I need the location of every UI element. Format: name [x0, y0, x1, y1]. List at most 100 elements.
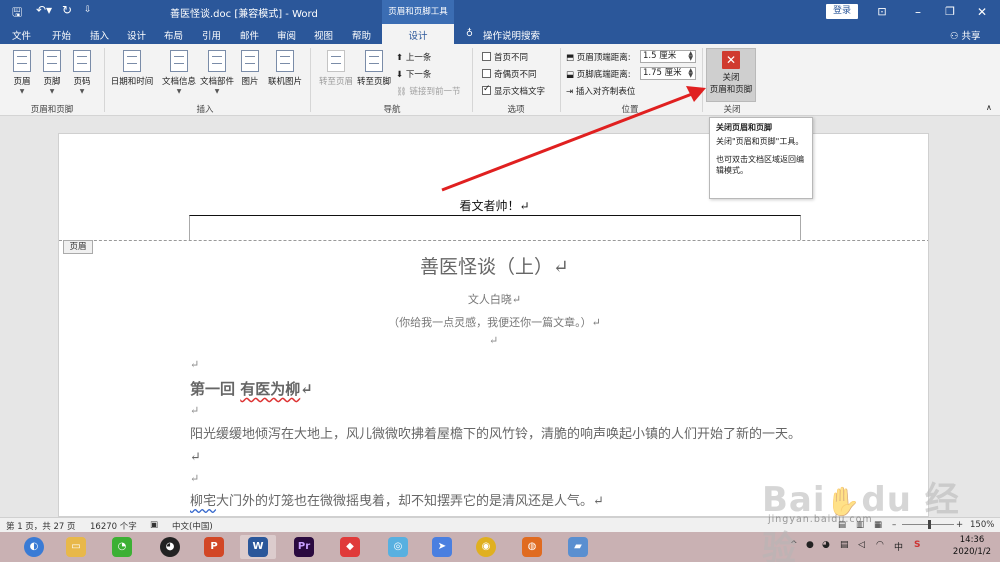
word-count[interactable]: 16270 个字	[90, 520, 137, 532]
qq-icon[interactable]: ◕	[152, 535, 188, 559]
checkbox-unchecked	[482, 69, 491, 78]
odd-even-different-checkbox[interactable]: 奇偶页不同	[482, 68, 537, 80]
paragraph-mark: ↵	[300, 380, 313, 398]
tab-references[interactable]: 引用	[202, 28, 221, 42]
checkbox-checked	[482, 84, 491, 95]
body-paragraph-2[interactable]: 柳宅大门外的灯笼也在微微摇曳着，却不知摆弄它的是清风还是人气。↵	[190, 490, 802, 513]
previous-icon: ⬆	[396, 53, 406, 63]
customize-icon[interactable]: ⇩	[84, 5, 92, 15]
first-page-different-label: 首页不同	[494, 53, 529, 63]
proofing-icon[interactable]: ▣	[150, 520, 158, 530]
undo-icon[interactable]: ↶▾	[36, 3, 52, 17]
picture-label: 图片	[241, 77, 259, 87]
group-separator	[702, 48, 703, 112]
tab-help[interactable]: 帮助	[352, 28, 371, 42]
tell-me-search[interactable]: 操作说明搜索	[483, 28, 540, 42]
tab-view[interactable]: 视图	[314, 28, 333, 42]
share-label: 共享	[961, 31, 981, 42]
premiere-icon[interactable]: Pr	[286, 535, 322, 559]
date-time-button[interactable]: 日期和时间	[106, 48, 158, 87]
tab-header-footer-design[interactable]: 设计	[382, 24, 454, 44]
page-count[interactable]: 第 1 页，共 27 页	[6, 520, 76, 532]
tab-design[interactable]: 设计	[127, 28, 146, 42]
tab-insert[interactable]: 插入	[90, 28, 109, 42]
group-label-close: 关闭	[723, 105, 741, 115]
header-icon	[13, 50, 31, 72]
wechat-icon[interactable]: ◔	[104, 535, 140, 559]
previous-button[interactable]: ⬆ 上一条	[396, 51, 431, 63]
restore-icon[interactable]: ❐	[938, 2, 962, 22]
group-separator	[310, 48, 311, 112]
footer-from-bottom-input[interactable]: 1.75 厘米 ▲ ▼	[640, 67, 696, 80]
tab-home[interactable]: 开始	[52, 28, 71, 42]
browser-icon[interactable]: ◍	[514, 535, 550, 559]
chat-icon[interactable]: ◎	[380, 535, 416, 559]
word-icon[interactable]: W	[240, 535, 276, 559]
insert-align-tab-button[interactable]: ⇥ 插入对齐制表位	[566, 85, 635, 97]
powerpoint-icon[interactable]: P	[196, 535, 232, 559]
group-label-options: 选项	[507, 105, 525, 115]
zoom-level[interactable]: 150%	[970, 520, 994, 530]
page-number-button[interactable]: 页码 ▼	[60, 48, 104, 95]
online-picture-button[interactable]: 联机图片	[263, 48, 307, 87]
spinner-arrows-icon[interactable]: ▲ ▼	[688, 68, 693, 79]
first-page-different-checkbox[interactable]: 首页不同	[482, 51, 528, 63]
header-content[interactable]: 看文者帅！↵	[59, 197, 928, 214]
group-separator	[104, 48, 105, 112]
show-doc-text-label: 显示文档文字	[494, 87, 546, 97]
body-paragraph-1[interactable]: 阳光缓缓地倾泻在大地上，风儿微微吹拂着屋檐下的风竹铃，清脆的响声唤起小镇的人们开…	[190, 423, 802, 469]
header-border	[189, 215, 801, 240]
chrome-icon[interactable]: ◉	[468, 535, 504, 559]
previous-label: 上一条	[405, 53, 432, 63]
redo-icon[interactable]: ↻	[62, 3, 72, 17]
baidu-watermark: Bai✋du 经验 jingyan.baidu.com	[762, 472, 962, 562]
header-from-top-label: ⬒ 页眉顶端距离:	[566, 51, 631, 63]
show-doc-text-checkbox[interactable]: 显示文档文字	[482, 84, 546, 97]
document-motto[interactable]: （你给我一点灵感，我便还你一篇文章。）↵	[59, 314, 928, 330]
odd-even-different-label: 奇偶页不同	[494, 70, 537, 80]
app-icon[interactable]: ◆	[332, 535, 368, 559]
chapter-name: 有医为柳	[240, 380, 301, 398]
tab-file[interactable]: 文件	[12, 28, 31, 42]
lightbulb-icon: ♁	[466, 28, 473, 39]
insert-align-tab-label: 插入对齐制表位	[575, 87, 636, 97]
close-label-line1: 关闭	[722, 73, 740, 83]
file-explorer-icon[interactable]: ▭	[58, 535, 94, 559]
chapter-number: 第一回	[190, 380, 241, 398]
close-window-icon[interactable]: ✕	[970, 2, 994, 22]
collapse-ribbon-icon[interactable]: ∧	[986, 103, 992, 112]
doc-info-icon	[170, 50, 188, 72]
ribbon-display-icon[interactable]: ⊡	[870, 2, 894, 22]
bird-icon[interactable]: ➤	[424, 535, 460, 559]
start-icon[interactable]: ◐	[16, 535, 52, 559]
close-header-footer-button[interactable]: ✕ 关闭 页眉和页脚	[706, 48, 756, 102]
save-icon[interactable]: 🖫	[12, 3, 22, 24]
checkbox-unchecked	[482, 52, 491, 61]
link-previous-label: 链接到前一节	[409, 87, 461, 97]
next-button[interactable]: ⬇ 下一条	[396, 68, 431, 80]
minimize-icon[interactable]: –	[906, 2, 930, 22]
group-label-position: 位置	[621, 105, 639, 115]
window-title: 善医怪谈.doc [兼容模式] - Word	[170, 9, 318, 20]
tab-review[interactable]: 审阅	[277, 28, 296, 42]
chapter-heading[interactable]: 第一回 有医为柳↵	[190, 378, 313, 399]
spinner-arrows-icon[interactable]: ▲ ▼	[688, 51, 693, 62]
footer-position-icon: ⬓	[566, 70, 577, 80]
notebook-icon[interactable]: ▰	[560, 535, 596, 559]
header-from-top-input[interactable]: 1.5 厘米 ▲ ▼	[640, 50, 696, 63]
link-previous-button[interactable]: ⛓ 链接到前一节	[396, 85, 461, 97]
goto-header-icon	[327, 50, 345, 72]
header-label: 页眉	[13, 77, 31, 87]
share-button[interactable]: ⚇ 共享	[950, 28, 981, 42]
link-icon: ⛓	[396, 87, 410, 97]
tab-mailings[interactable]: 邮件	[240, 28, 259, 42]
document-author[interactable]: 文人白晓↵	[59, 291, 928, 307]
next-label: 下一条	[405, 70, 432, 80]
ribbon: 页眉 ▼ 页脚 ▼ 页码 ▼ 页眉和页脚 日期和时间 文档信息 ▼ 文档部件 ▼ 图片 联…	[0, 44, 1000, 116]
goto-footer-button[interactable]: 转至页脚	[352, 48, 396, 87]
tab-layout[interactable]: 布局	[164, 28, 183, 42]
login-button[interactable]: 登录	[826, 4, 858, 19]
calendar-icon	[123, 50, 141, 72]
document-title[interactable]: 善医怪谈（上）↵	[59, 252, 928, 279]
language[interactable]: 中文(中国)	[172, 520, 213, 532]
